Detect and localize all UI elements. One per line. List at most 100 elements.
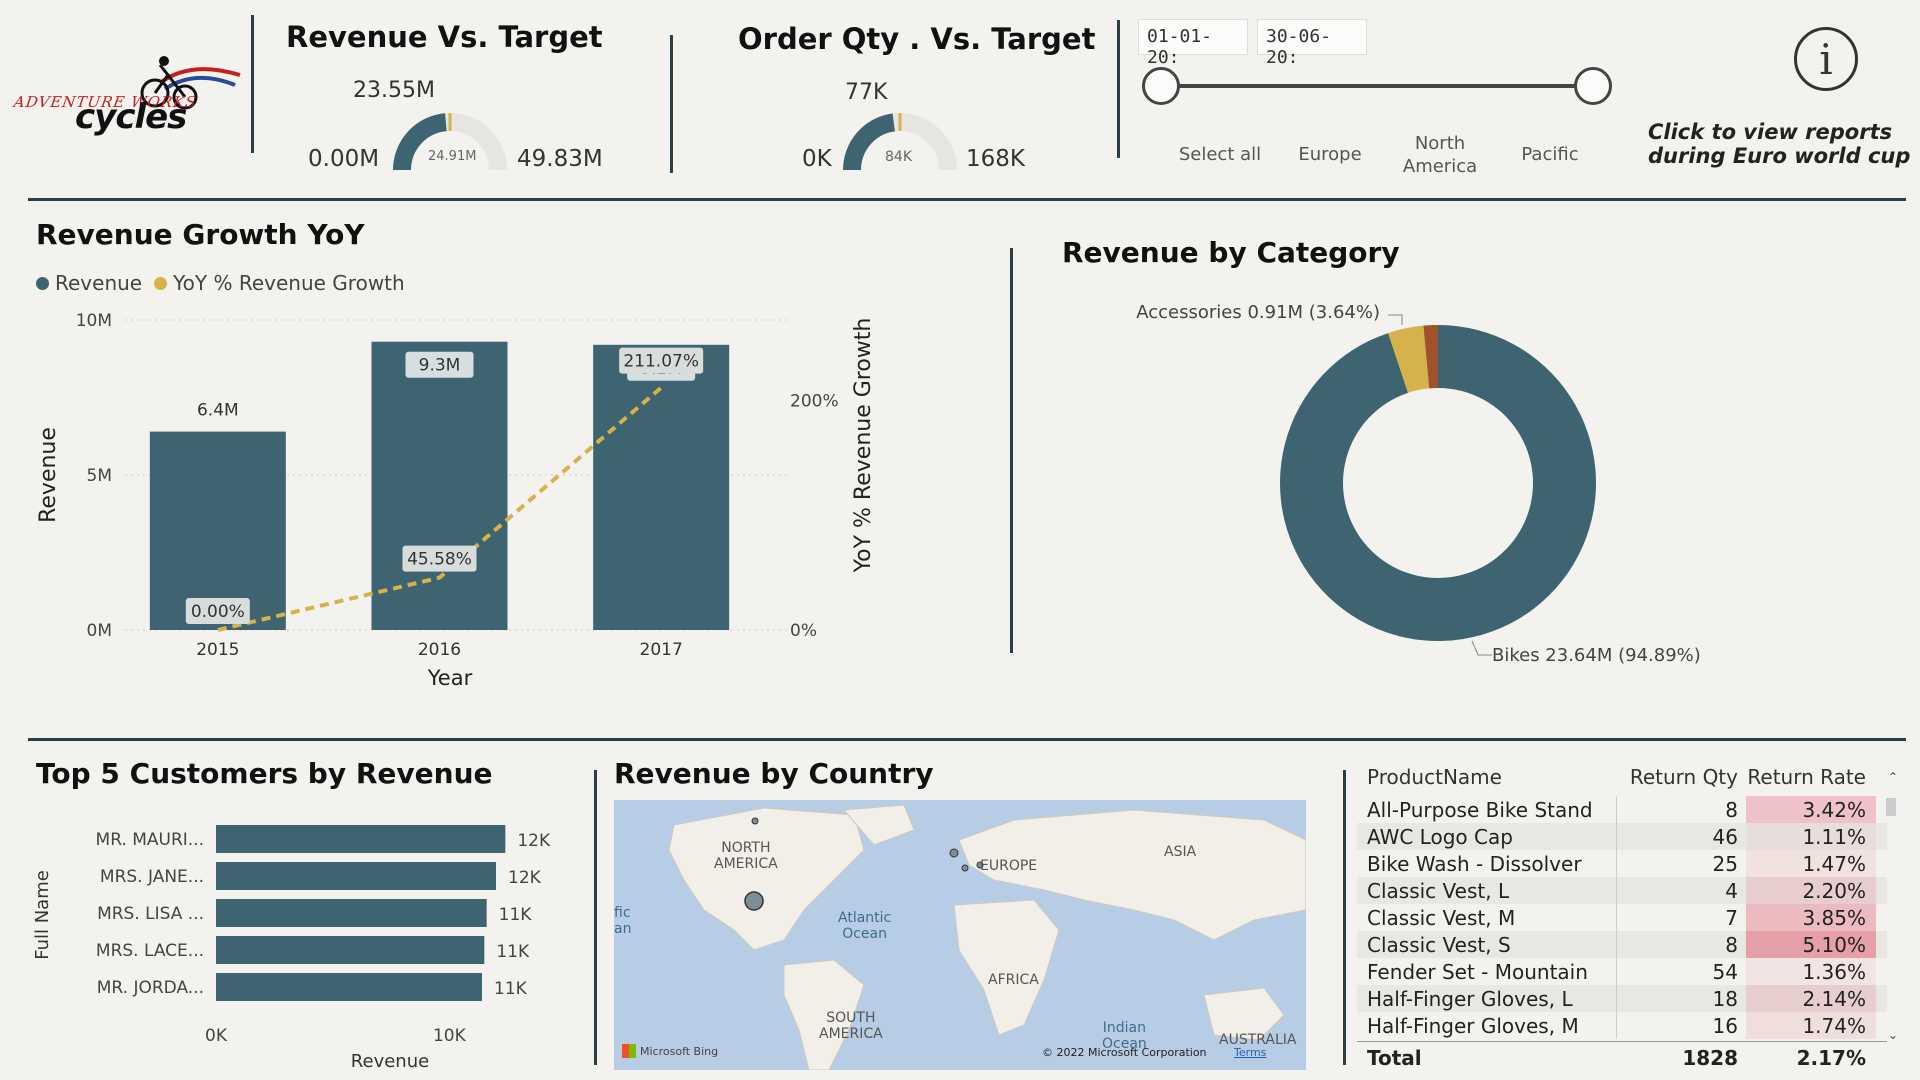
order-gauge-max: 168K bbox=[966, 146, 1025, 172]
end-date-input[interactable]: 30-06-20: bbox=[1257, 19, 1367, 68]
legend-yoy-label: YoY % Revenue Growth bbox=[173, 271, 405, 295]
revenue-growth-chart[interactable]: 10M 5M 0M 200% 0% Revenue YoY % Revenue Growth… bbox=[0, 300, 900, 700]
order-gauge-target: 84K bbox=[885, 149, 912, 165]
sort-asc-icon: ▲ bbox=[1367, 787, 1375, 789]
leader-line bbox=[1388, 314, 1403, 325]
cell-return-qty: 16 bbox=[1616, 1012, 1746, 1039]
customer-name-label: MR. MAURI... bbox=[96, 830, 204, 850]
yoy-data-label: 0.00% bbox=[191, 602, 245, 622]
customer-value-label: 12K bbox=[508, 868, 542, 888]
cell-return-qty: 25 bbox=[1616, 850, 1746, 877]
adventure-works-logo: ADVENTURE WORKS cycles bbox=[10, 55, 250, 145]
world-map[interactable]: NORTH AMERICA EUROPE ASIA Atlantic Ocean… bbox=[614, 800, 1306, 1070]
revenue-bar bbox=[593, 344, 730, 630]
cta-line1: Click to view reports bbox=[1648, 120, 1893, 144]
scroll-up-icon[interactable]: ⌃ bbox=[1888, 770, 1898, 784]
y-axis-title: Full Name bbox=[32, 870, 53, 960]
revenue-data-label: 9.3M bbox=[419, 356, 461, 376]
y2-axis-title: YoY % Revenue Growth bbox=[851, 318, 876, 574]
map-copyright: © 2022 Microsoft Corporation bbox=[1042, 1046, 1207, 1059]
top-customers-chart[interactable]: MR. MAURI... 12K MRS. JANE... 12K MRS. LISA … bbox=[20, 805, 580, 1080]
cell-return-qty: 8 bbox=[1616, 796, 1746, 823]
legend-dot-yoy bbox=[154, 276, 168, 290]
cell-product-name: All-Purpose Bike Stand bbox=[1367, 797, 1593, 822]
table-row[interactable]: Half-Finger Gloves, M 16 1.74% bbox=[1357, 1012, 1887, 1039]
table-row[interactable]: Half-Finger Gloves, L 18 2.14% bbox=[1357, 985, 1887, 1012]
region-north-america[interactable]: North America bbox=[1390, 132, 1490, 178]
revenue-gauge-value: 23.55M bbox=[353, 78, 435, 103]
y-tick-label: 5M bbox=[87, 466, 112, 486]
table-total-row: Total 1828 2.17% bbox=[1357, 1041, 1887, 1073]
order-card-title: Order Qty . Vs. Target bbox=[738, 22, 1096, 56]
divider bbox=[594, 770, 597, 1065]
customer-name-label: MR. JORDA... bbox=[97, 978, 204, 998]
customer-bar bbox=[216, 973, 482, 1001]
customer-name-label: MRS. JANE... bbox=[100, 867, 204, 887]
info-icon[interactable]: i bbox=[1794, 27, 1858, 91]
scroll-down-icon[interactable]: ⌄ bbox=[1888, 1028, 1898, 1042]
cell-return-qty: 18 bbox=[1616, 985, 1746, 1012]
map-label-africa: AFRICA bbox=[988, 972, 1039, 988]
start-date-input[interactable]: 01-01-20: bbox=[1138, 19, 1248, 68]
leader-line bbox=[1471, 640, 1492, 656]
table-row[interactable]: Classic Vest, M 7 3.85% bbox=[1357, 904, 1887, 931]
returns-table[interactable]: ProductName ▲ Return Qty Return Rate All… bbox=[1357, 758, 1887, 1073]
table-row[interactable]: AWC Logo Cap 46 1.11% bbox=[1357, 823, 1887, 850]
microsoft-logo-icon bbox=[622, 1044, 636, 1058]
legend-revenue-label: Revenue bbox=[55, 271, 143, 295]
table-row[interactable]: Classic Vest, L 4 2.20% bbox=[1357, 877, 1887, 904]
table-scrollbar-thumb[interactable] bbox=[1886, 798, 1896, 816]
table-row[interactable]: Bike Wash - Dissolver 25 1.47% bbox=[1357, 850, 1887, 877]
cell-return-rate: 5.10% bbox=[1746, 931, 1876, 958]
map-label-north-america: NORTH AMERICA bbox=[714, 840, 778, 872]
cell-product-name: Classic Vest, L bbox=[1367, 878, 1510, 903]
date-slider-end-handle[interactable] bbox=[1574, 67, 1612, 105]
col-return-qty[interactable]: Return Qty bbox=[1616, 758, 1746, 796]
cell-return-rate: 3.85% bbox=[1746, 904, 1876, 931]
cell-product-name: Classic Vest, M bbox=[1367, 905, 1516, 930]
cell-return-rate: 1.11% bbox=[1746, 823, 1876, 850]
euro-cup-report-link[interactable]: Click to view reports during Euro world … bbox=[1648, 120, 1910, 168]
customer-value-label: 12K bbox=[517, 831, 551, 851]
customer-name-label: MRS. LISA ... bbox=[97, 904, 204, 924]
revenue-gauge[interactable] bbox=[385, 105, 515, 175]
yoy-data-label: 45.58% bbox=[407, 550, 472, 570]
y-tick-label: 10M bbox=[76, 311, 112, 331]
revenue-by-category-donut[interactable]: Accessories 0.91M (3.64%) Bikes 23.64M (9… bbox=[1100, 290, 1800, 690]
cell-return-rate: 2.20% bbox=[1746, 877, 1876, 904]
customer-bar bbox=[216, 899, 487, 927]
table-row[interactable]: All-Purpose Bike Stand 8 3.42% bbox=[1357, 796, 1887, 823]
cta-line2: during Euro world cup bbox=[1648, 144, 1911, 168]
cell-return-qty: 8 bbox=[1616, 931, 1746, 958]
cell-return-rate: 3.42% bbox=[1746, 796, 1876, 823]
cell-return-rate: 1.74% bbox=[1746, 1012, 1876, 1039]
revenue-data-label: 6.4M bbox=[197, 401, 239, 421]
bing-label: Microsoft Bing bbox=[640, 1044, 719, 1058]
map-terms-link[interactable]: Terms bbox=[1234, 1046, 1266, 1059]
region-pacific[interactable]: Pacific bbox=[1500, 144, 1600, 165]
y2-tick-label: 200% bbox=[790, 391, 839, 411]
divider bbox=[1343, 770, 1346, 1065]
yoy-data-label: 211.07% bbox=[623, 352, 699, 372]
header-divider bbox=[28, 198, 1906, 201]
table-row[interactable]: Classic Vest, S 8 5.10% bbox=[1357, 931, 1887, 958]
cell-return-qty: 46 bbox=[1616, 823, 1746, 850]
date-slider-start-handle[interactable] bbox=[1142, 67, 1180, 105]
table-row[interactable]: Fender Set - Mountain 54 1.36% bbox=[1357, 958, 1887, 985]
customer-name-label: MRS. LACE... bbox=[96, 941, 204, 961]
revenue-by-country-title: Revenue by Country bbox=[614, 757, 934, 790]
map-label-atlantic: Atlantic Ocean bbox=[838, 910, 892, 942]
label-bikes: Bikes 23.64M (94.89%) bbox=[1492, 645, 1701, 666]
cell-product-name: AWC Logo Cap bbox=[1367, 824, 1513, 849]
x-tick-label: 10K bbox=[433, 1026, 467, 1046]
order-gauge-min: 0K bbox=[802, 146, 832, 172]
label-accessories: Accessories 0.91M (3.64%) bbox=[1136, 302, 1380, 323]
region-europe[interactable]: Europe bbox=[1280, 144, 1380, 165]
date-slider-track[interactable] bbox=[1160, 84, 1592, 88]
region-select-all[interactable]: Select all bbox=[1170, 144, 1270, 165]
customer-value-label: 11K bbox=[499, 905, 533, 925]
col-product-name[interactable]: ProductName ▲ bbox=[1357, 765, 1616, 789]
revenue-bar bbox=[371, 341, 508, 630]
x-tick-label: 2015 bbox=[196, 640, 239, 660]
col-return-rate[interactable]: Return Rate bbox=[1746, 758, 1876, 796]
